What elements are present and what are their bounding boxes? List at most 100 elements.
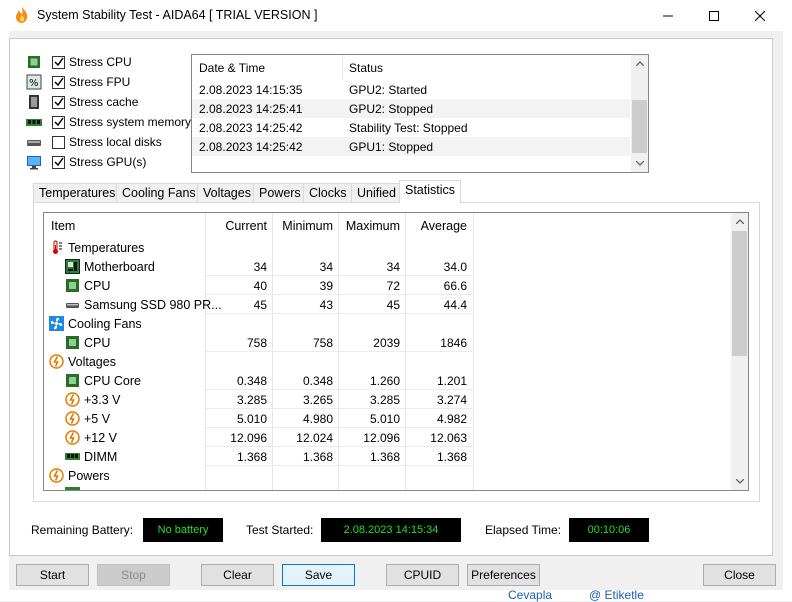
stop-button[interactable]: Stop	[97, 564, 170, 586]
stress-cache-checkbox[interactable]	[52, 95, 65, 109]
group-row-cooling-fans[interactable]: Cooling Fans	[44, 314, 474, 333]
log-scroll-thumb[interactable]	[632, 100, 647, 153]
header-average[interactable]: Average	[406, 219, 467, 233]
stat-row[interactable]: CPU 40 39 72 66.6	[44, 276, 474, 295]
log-datetime: 2.08.2023 14:15:35	[199, 83, 303, 97]
group-row-temperatures[interactable]: Temperatures	[44, 238, 474, 257]
stress-gpu-option[interactable]: Stress GPU(s)	[26, 153, 196, 171]
memory-icon	[65, 453, 80, 460]
maximize-button[interactable]	[691, 0, 737, 31]
stat-row[interactable]: Samsung SSD 980 PR... 45 43 45 44.4	[44, 295, 474, 314]
minimize-icon	[663, 15, 673, 16]
clear-button[interactable]: Clear	[201, 564, 274, 586]
stress-fpu-checkbox[interactable]	[52, 75, 65, 89]
cpuid-button[interactable]: CPUID	[386, 564, 459, 586]
tab-temperatures[interactable]: Temperatures	[33, 183, 122, 203]
log-header-status[interactable]: Status	[349, 61, 383, 75]
log-status: GPU1: Stopped	[349, 140, 434, 154]
battery-label: Remaining Battery:	[31, 523, 134, 537]
header-item[interactable]: Item	[51, 219, 75, 233]
group-label: Powers	[68, 468, 110, 483]
stress-memory-option[interactable]: Stress system memory	[26, 113, 196, 131]
preferences-button[interactable]: Preferences	[467, 564, 540, 586]
tab-powers[interactable]: Powers	[253, 183, 307, 203]
background-window-left	[0, 31, 9, 601]
stat-minimum: 34	[319, 260, 333, 274]
stress-cpu-option[interactable]: Stress CPU	[26, 53, 196, 71]
stress-disks-checkbox[interactable]	[52, 135, 65, 149]
stat-row[interactable]: +5 V 5.010 4.980 5.010 4.982	[44, 409, 474, 428]
minimize-button[interactable]	[645, 0, 691, 31]
partial-row-icon	[65, 487, 80, 490]
stat-average: 1846	[440, 336, 467, 350]
stat-row[interactable]: Motherboard 34 34 34 34.0	[44, 257, 474, 276]
group-label: Voltages	[68, 354, 116, 369]
stat-current: 758	[246, 336, 267, 350]
tab-clocks[interactable]: Clocks	[303, 183, 353, 203]
header-maximum[interactable]: Maximum	[339, 219, 400, 233]
checkmark-icon	[53, 97, 64, 107]
stat-average: 34.0	[443, 260, 467, 274]
stat-row[interactable]: CPU Core 0.348 0.348 1.260 1.201	[44, 371, 474, 390]
start-button[interactable]: Start	[16, 564, 89, 586]
stat-name: DIMM	[84, 449, 118, 464]
close-button[interactable]: Close	[703, 564, 776, 586]
stat-minimum: 39	[319, 279, 333, 293]
tab-statistics[interactable]: Statistics	[399, 180, 462, 203]
grid-scrollbar[interactable]	[731, 213, 748, 490]
background-reply-link[interactable]: Cevapla	[508, 588, 552, 602]
close-window-button[interactable]	[737, 0, 783, 31]
stat-average: 12.063	[430, 431, 467, 445]
stat-maximum: 3.285	[369, 393, 400, 407]
group-row-voltages[interactable]: Voltages	[44, 352, 474, 371]
log-row[interactable]: 2.08.2023 14:25:42 GPU1: Stopped	[192, 137, 630, 156]
scroll-up-icon[interactable]	[631, 55, 648, 72]
stat-row[interactable]: CPU 758 758 2039 1846	[44, 333, 474, 352]
power-icon	[49, 468, 64, 483]
stress-disks-option[interactable]: Stress local disks	[26, 133, 196, 151]
event-log-list[interactable]: Date & Time Status 2.08.2023 14:15:35 GP…	[191, 54, 649, 173]
group-label: Cooling Fans	[68, 316, 142, 331]
group-row-powers[interactable]: Powers	[44, 466, 474, 485]
scroll-down-icon[interactable]	[631, 155, 648, 172]
background-tag-link[interactable]: @ Etiketle	[589, 588, 644, 602]
stat-row[interactable]: +3.3 V 3.285 3.265 3.285 3.274	[44, 390, 474, 409]
tab-unified[interactable]: Unified	[351, 183, 402, 203]
log-header: Date & Time Status	[192, 55, 630, 80]
stat-maximum: 1.260	[369, 374, 400, 388]
stat-row[interactable]: +12 V 12.096 12.024 12.096 12.063	[44, 428, 474, 447]
stat-maximum: 72	[386, 279, 400, 293]
stress-fpu-option[interactable]: % Stress FPU	[26, 73, 196, 91]
log-row[interactable]: 2.08.2023 14:25:42 Stability Test: Stopp…	[192, 118, 630, 137]
stress-cpu-checkbox[interactable]	[52, 55, 65, 69]
tab-voltages[interactable]: Voltages	[197, 183, 257, 203]
log-datetime: 2.08.2023 14:25:42	[199, 121, 303, 135]
log-scrollbar[interactable]	[631, 55, 648, 172]
log-row[interactable]: 2.08.2023 14:15:35 GPU2: Started	[192, 80, 630, 99]
maximize-icon	[709, 10, 719, 21]
log-status: GPU2: Started	[349, 83, 428, 97]
stat-current: 45	[253, 298, 267, 312]
stat-average: 1.368	[436, 450, 467, 464]
stat-maximum: 34	[386, 260, 400, 274]
grid-scroll-thumb[interactable]	[732, 231, 747, 356]
stress-cache-option[interactable]: Stress cache	[26, 93, 196, 111]
stat-row[interactable]: DIMM 1.368 1.368 1.368 1.368	[44, 447, 474, 466]
log-row[interactable]: 2.08.2023 14:25:41 GPU2: Stopped	[192, 99, 630, 118]
stress-memory-label: Stress system memory	[69, 115, 192, 129]
scroll-down-icon[interactable]	[731, 473, 748, 490]
header-minimum[interactable]: Minimum	[273, 219, 333, 233]
save-button[interactable]: Save	[282, 564, 355, 586]
stat-maximum: 12.096	[363, 431, 400, 445]
log-header-datetime[interactable]: Date & Time	[199, 61, 265, 75]
stress-gpu-checkbox[interactable]	[52, 155, 65, 169]
grid-header: Item Current Minimum Maximum Average	[44, 213, 732, 238]
scroll-up-icon[interactable]	[731, 213, 748, 230]
header-current[interactable]: Current	[206, 219, 267, 233]
stress-fpu-label: Stress FPU	[69, 75, 131, 89]
statistics-grid[interactable]: Item Current Minimum Maximum Average Tem…	[43, 212, 749, 491]
tab-cooling-fans[interactable]: Cooling Fans	[116, 183, 202, 203]
stress-memory-checkbox[interactable]	[52, 115, 65, 129]
cpu-icon	[28, 56, 40, 68]
title-bar[interactable]: System Stability Test - AIDA64 [ TRIAL V…	[0, 0, 792, 31]
